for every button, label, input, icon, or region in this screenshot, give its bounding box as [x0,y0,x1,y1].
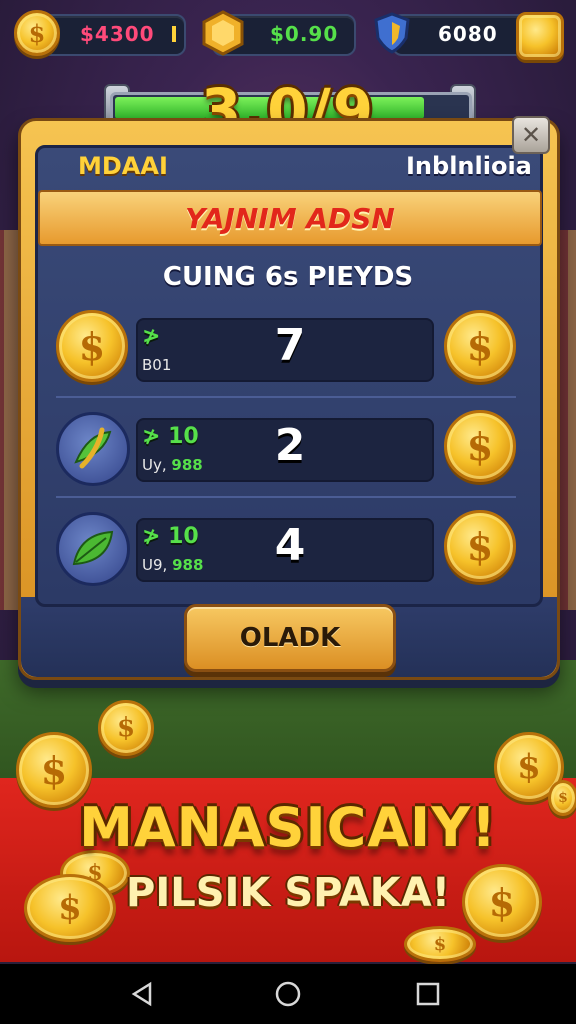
row-subtext-label: B01 [142,356,172,374]
recents-icon[interactable] [414,980,442,1008]
coin-decoration: $ [404,926,476,962]
coin-decoration: $ [98,700,154,756]
claim-button[interactable]: OLADK [184,604,396,672]
gems-value: $0.90 [270,22,339,46]
row-subtext-value: 988 [171,456,203,474]
row-subtext: B01 [142,356,171,374]
gold-chest-icon[interactable] [516,12,564,60]
coin-reward-button[interactable]: $ [444,310,516,382]
coin-icon: $ [14,10,60,56]
gem-icon [202,10,244,56]
panel-subtitle: CUING 6s PIEYDS [162,262,414,292]
row-subtext-label: U9, [142,556,168,574]
row-amount: ≯ 10 [142,524,199,549]
coin-icon: $ [56,310,128,382]
row-amount: ≯ 10 [142,424,199,449]
close-icon: ✕ [520,121,542,149]
promo-subheadline: PILSIK SPAKA! [126,870,450,916]
row-subtext: Uy, 988 [142,456,203,474]
coin-reward-button[interactable]: $ [444,410,516,482]
coins-value: $4300 [80,22,155,46]
system-nav-bar [0,964,576,1024]
row-subtext-value: 988 [172,556,204,574]
row-divider [56,396,516,398]
shield-value: 6080 [438,22,498,46]
counter-tick [172,26,176,42]
leaf-icon [56,512,130,586]
panel-header-right: Inblnlioia [406,152,532,180]
row-divider [56,496,516,498]
back-icon[interactable] [128,980,156,1008]
banana-leaf-icon [56,412,130,486]
row-subtext-label: Uy, [142,456,167,474]
shield-icon [374,12,410,54]
panel-ribbon-title: YAJNIM ADSN [38,190,542,246]
home-icon[interactable] [274,980,302,1008]
close-button[interactable]: ✕ [512,116,550,154]
row-amount: ≯ [142,324,161,349]
row-number: 2 [274,420,306,471]
panel-header-left: MDAAI [78,152,168,180]
coin-reward-button[interactable]: $ [444,510,516,582]
row-subtext: U9, 988 [142,556,203,574]
row-number: 7 [274,320,306,371]
row-number: 4 [274,520,306,571]
promo-headline: MANASICAIY! [79,796,497,859]
shield-counter[interactable]: 6080 [392,14,534,56]
